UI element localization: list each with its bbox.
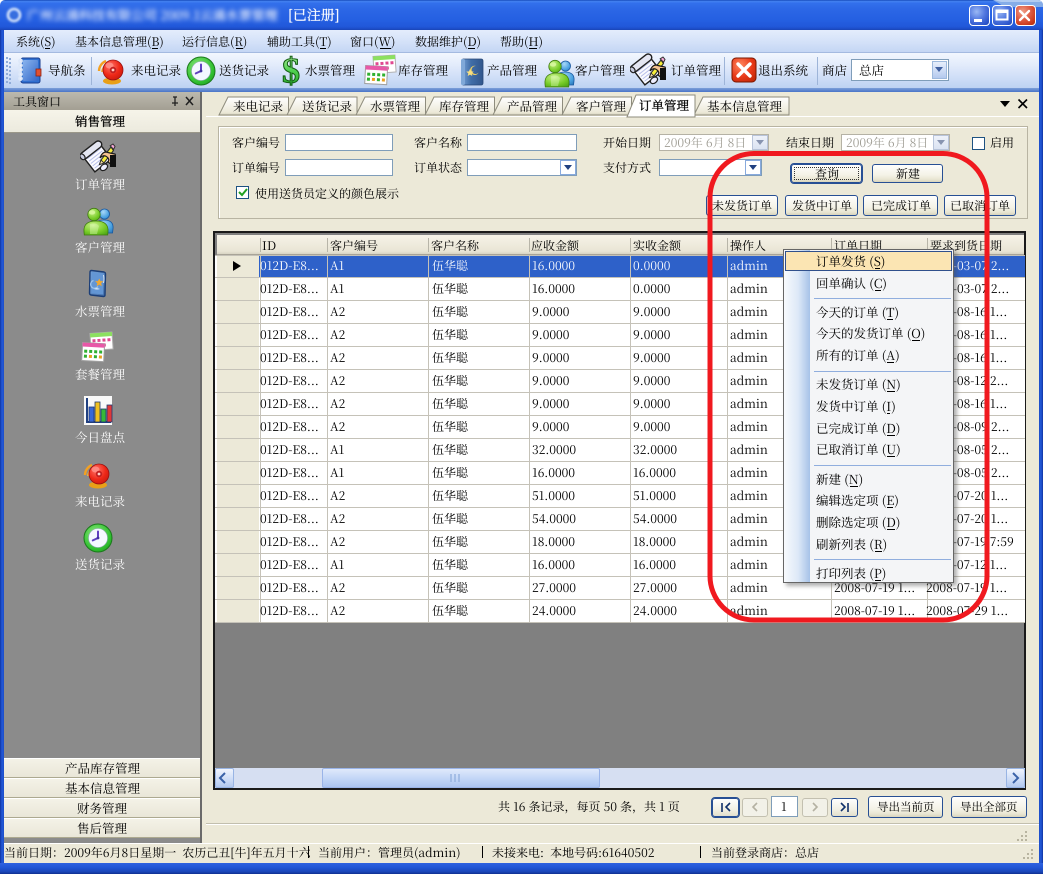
svg-text:$: $ [282,54,300,88]
